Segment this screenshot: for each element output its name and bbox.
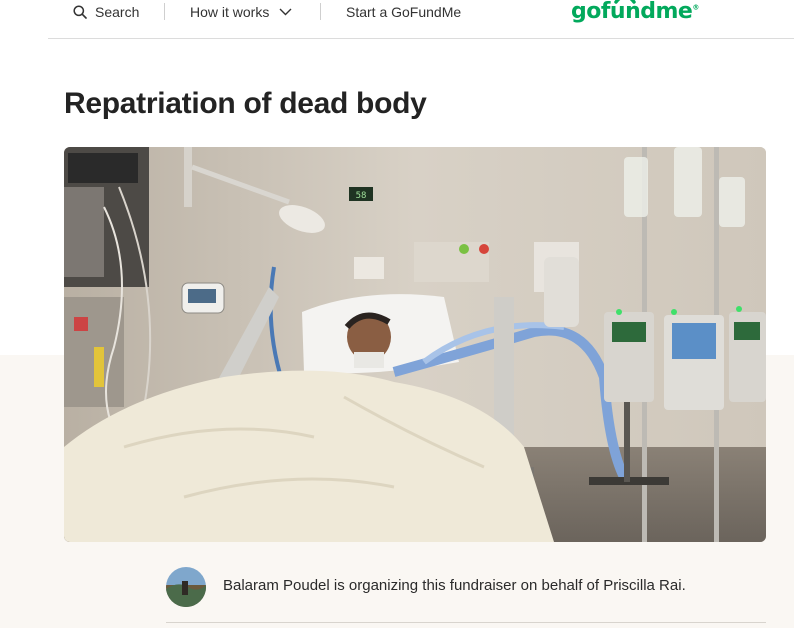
search-label: Search [95,4,140,20]
campaign-hero-image[interactable]: 58 [64,147,766,542]
how-it-works-menu[interactable]: How it works [190,0,292,24]
nav-divider [320,3,321,20]
hospital-scene-illustration: 58 [64,147,766,542]
top-navigation: Search How it works Start a GoFundMe gof… [48,0,794,39]
campaign-title: Repatriation of dead body [64,87,427,120]
logo-text: gofundme® [571,0,699,24]
start-gofundme-link[interactable]: Start a GoFundMe [346,0,461,24]
gofundme-logo[interactable]: gofundme® [571,0,699,32]
avatar[interactable] [166,567,206,607]
chevron-down-icon [279,8,292,16]
search-button[interactable]: Search [73,0,139,24]
monitor-number: 58 [356,191,367,201]
nav-divider [164,3,165,20]
how-it-works-label: How it works [190,4,270,20]
organizer-text: Balaram Poudel is organizing this fundra… [223,577,686,594]
start-gofundme-label: Start a GoFundMe [346,4,462,20]
search-icon [73,5,87,19]
organizer-section: Balaram Poudel is organizing this fundra… [166,565,766,623]
